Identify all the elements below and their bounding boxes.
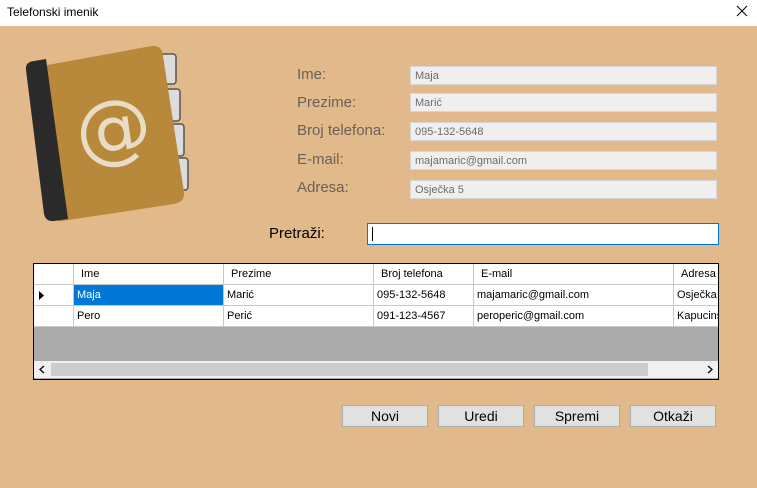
- table-row[interactable]: Maja Marić 095-132-5648 majamaric@gmail.…: [34, 285, 718, 306]
- col-header-adresa[interactable]: Adresa: [674, 264, 718, 285]
- prezime-label: Prezime:: [297, 94, 357, 111]
- adresa-label: Adresa:: [297, 179, 349, 196]
- broj-field[interactable]: 095-132-5648: [410, 122, 717, 141]
- ime-field[interactable]: Maja: [410, 66, 717, 85]
- horizontal-scrollbar[interactable]: [34, 361, 718, 378]
- table-cell[interactable]: Kapucins: [674, 306, 718, 327]
- table-cell[interactable]: 091-123-4567: [374, 306, 474, 327]
- col-header-prezime[interactable]: Prezime: [224, 264, 374, 285]
- table-row[interactable]: Pero Perić 091-123-4567 peroperic@gmail.…: [34, 306, 718, 327]
- close-button[interactable]: [726, 0, 757, 26]
- title-bar: Telefonski imenik: [0, 0, 757, 26]
- address-book-icon: @: [25, 45, 189, 222]
- window-title: Telefonski imenik: [7, 5, 99, 19]
- spremi-button[interactable]: Spremi: [534, 405, 620, 427]
- email-label: E-mail:: [297, 151, 344, 168]
- ime-label: Ime:: [297, 66, 327, 83]
- col-header-email[interactable]: E-mail: [474, 264, 674, 285]
- row-selector[interactable]: [34, 285, 74, 306]
- table-cell[interactable]: Maja: [74, 285, 224, 306]
- col-header-ime[interactable]: Ime: [74, 264, 224, 285]
- search-input[interactable]: [367, 223, 719, 245]
- adresa-field[interactable]: Osječka 5: [410, 180, 717, 199]
- table-cell[interactable]: Pero: [74, 306, 224, 327]
- table-cell[interactable]: Marić: [224, 285, 374, 306]
- row-pointer-icon: [39, 291, 44, 300]
- broj-label: Broj telefona:: [297, 122, 386, 139]
- table-cell[interactable]: majamaric@gmail.com: [474, 285, 674, 306]
- chevron-right-icon: [707, 365, 713, 374]
- grid-header-row: Ime Prezime Broj telefona E-mail Adresa: [34, 264, 718, 285]
- text-caret: [372, 227, 373, 241]
- search-label: Pretraži:: [269, 225, 325, 242]
- scroll-right-button[interactable]: [701, 361, 718, 378]
- email-field[interactable]: majamaric@gmail.com: [410, 151, 717, 170]
- svg-text:@: @: [69, 78, 157, 177]
- table-cell[interactable]: Osječka: [674, 285, 718, 306]
- table-cell[interactable]: 095-132-5648: [374, 285, 474, 306]
- prezime-field[interactable]: Marić: [410, 93, 717, 112]
- table-cell[interactable]: peroperic@gmail.com: [474, 306, 674, 327]
- chevron-left-icon: [39, 365, 45, 374]
- scroll-left-button[interactable]: [34, 361, 51, 378]
- close-icon: [736, 5, 748, 17]
- col-header-broj[interactable]: Broj telefona: [374, 264, 474, 285]
- otkazi-button[interactable]: Otkaži: [630, 405, 716, 427]
- contacts-grid[interactable]: Ime Prezime Broj telefona E-mail Adresa …: [33, 263, 719, 380]
- row-selector[interactable]: [34, 306, 74, 327]
- novi-button[interactable]: Novi: [342, 405, 428, 427]
- scroll-thumb[interactable]: [51, 363, 648, 376]
- table-cell[interactable]: Perić: [224, 306, 374, 327]
- row-header-corner: [34, 264, 74, 285]
- uredi-button[interactable]: Uredi: [438, 405, 524, 427]
